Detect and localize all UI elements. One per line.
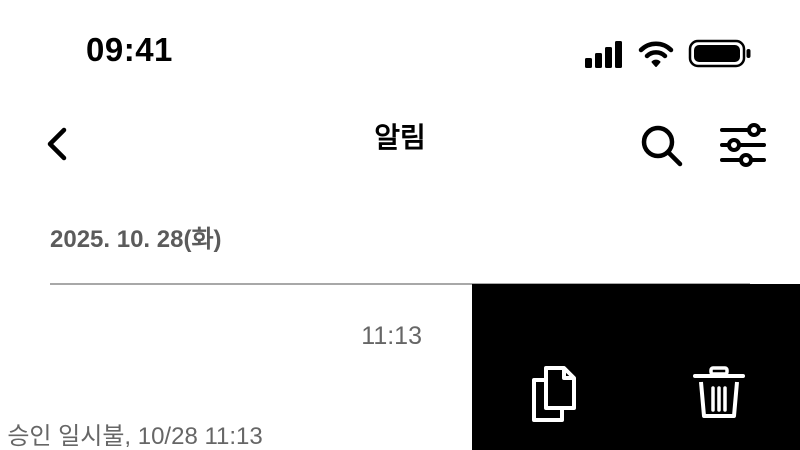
trash-icon[interactable] bbox=[692, 366, 746, 420]
copy-icon[interactable] bbox=[528, 364, 584, 424]
wifi-icon bbox=[638, 41, 674, 67]
notification-time: 11:13 bbox=[361, 322, 422, 350]
section-date-header: 2025. 10. 28(화) bbox=[50, 226, 222, 253]
search-icon[interactable] bbox=[638, 122, 686, 170]
status-time: 09:41 bbox=[86, 31, 173, 68]
status-icons bbox=[584, 38, 754, 70]
filter-sliders-icon[interactable] bbox=[718, 120, 768, 170]
notification-preview[interactable]: . 승인 일시불, 10/28 11:13 bbox=[0, 425, 263, 449]
battery-icon bbox=[688, 39, 751, 68]
swipe-action-panel bbox=[472, 284, 800, 450]
page-title: 알림 bbox=[374, 122, 426, 153]
back-chevron-icon[interactable] bbox=[40, 124, 74, 164]
cellular-signal-icon bbox=[585, 41, 622, 68]
